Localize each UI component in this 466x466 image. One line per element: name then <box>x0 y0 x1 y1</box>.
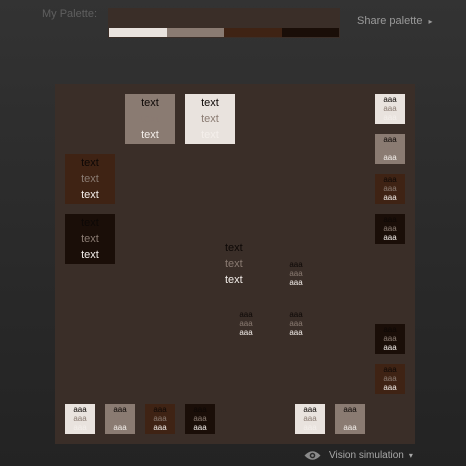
swatch-text-mid: text <box>201 113 219 125</box>
swatch-text-light: aaa <box>289 278 303 287</box>
background-small-sample: aaa aaa aaa <box>281 260 311 287</box>
swatch-text-dark: aaa <box>289 260 303 269</box>
chevron-down-icon: ▾ <box>408 451 413 460</box>
swatch-text-dark: aaa <box>383 135 397 144</box>
swatch-text-dark: aaa <box>383 215 397 224</box>
swatch-text-mid: text <box>81 173 99 185</box>
big-swatch[interactable]: text text text <box>125 94 175 144</box>
swatch-text-light: text <box>141 129 159 141</box>
small-swatch[interactable]: aaa aaa aaa <box>375 94 405 124</box>
swatch-text-mid: aaa <box>289 269 303 278</box>
swatch-text-mid: text <box>141 113 159 125</box>
swatch-text-light: text <box>225 274 243 286</box>
big-swatch[interactable]: text text text <box>65 154 115 204</box>
contrast-canvas: text text text text text text text text … <box>55 84 415 444</box>
swatch-text-dark: aaa <box>153 405 167 414</box>
swatch-text-dark: aaa <box>239 310 253 319</box>
palette-label: My Palette: <box>42 8 98 20</box>
swatch-text-mid: aaa <box>303 414 317 423</box>
swatch-text-dark: aaa <box>73 405 87 414</box>
swatch-text-mid: aaa <box>239 319 253 328</box>
swatch-text-light: aaa <box>73 423 87 432</box>
swatch-text-light: aaa <box>289 328 303 337</box>
swatch-text-mid: aaa <box>383 144 397 153</box>
small-swatch[interactable]: aaa aaa aaa <box>65 404 95 434</box>
small-swatch[interactable]: aaa aaa aaa <box>375 174 405 204</box>
swatch-text-dark: aaa <box>289 310 303 319</box>
play-arrow-icon: ▸ <box>428 17 433 26</box>
swatch-text-light: aaa <box>343 423 357 432</box>
palette-preview[interactable] <box>108 8 340 38</box>
swatch-text-dark: text <box>201 97 219 109</box>
swatch-text-dark: aaa <box>193 405 207 414</box>
palette-toolbar: My Palette: Share palette ▸ <box>0 0 466 46</box>
swatch-text-mid: aaa <box>383 374 397 383</box>
swatch-text-light: text <box>81 189 99 201</box>
swatch-text-light: aaa <box>383 343 397 352</box>
swatch-text-dark: text <box>81 217 99 229</box>
swatch-text-dark: text <box>81 157 99 169</box>
swatch-text-light: text <box>201 129 219 141</box>
background-text-sample: text text text <box>225 240 243 288</box>
swatch-text-mid: aaa <box>113 414 127 423</box>
swatch-text-mid: aaa <box>343 414 357 423</box>
swatch-text-dark: aaa <box>383 325 397 334</box>
small-swatch[interactable]: aaa aaa aaa <box>375 364 405 394</box>
swatch-text-light: aaa <box>193 423 207 432</box>
vision-simulation-label: Vision simulation <box>329 450 404 461</box>
small-swatch[interactable]: aaa aaa aaa <box>145 404 175 434</box>
swatch-text-light: aaa <box>383 193 397 202</box>
eye-icon <box>304 451 321 460</box>
palette-color[interactable] <box>281 28 339 37</box>
swatch-text-mid: text <box>225 258 243 270</box>
swatch-text-mid: aaa <box>153 414 167 423</box>
background-small-sample: aaa aaa aaa <box>281 310 311 337</box>
small-swatch[interactable]: aaa aaa aaa <box>185 404 215 434</box>
swatch-text-light: aaa <box>113 423 127 432</box>
palette-color[interactable] <box>224 28 282 37</box>
swatch-text-dark: aaa <box>383 95 397 104</box>
swatch-text-mid: aaa <box>193 414 207 423</box>
share-palette-label: Share palette <box>357 15 423 27</box>
swatch-text-dark: text <box>225 242 243 254</box>
swatch-text-dark: aaa <box>383 175 397 184</box>
swatch-text-mid: aaa <box>289 319 303 328</box>
swatch-text-light: aaa <box>239 328 253 337</box>
small-swatch[interactable]: aaa aaa aaa <box>295 404 325 434</box>
swatch-text-light: aaa <box>383 233 397 242</box>
background-small-sample: aaa aaa aaa <box>231 310 261 337</box>
big-swatch[interactable]: text text text <box>65 214 115 264</box>
swatch-text-dark: aaa <box>343 405 357 414</box>
swatch-text-mid: aaa <box>383 184 397 193</box>
swatch-text-dark: aaa <box>383 365 397 374</box>
swatch-text-light: aaa <box>383 113 397 122</box>
swatch-text-dark: aaa <box>303 405 317 414</box>
swatch-text-light: aaa <box>153 423 167 432</box>
small-swatch[interactable]: aaa aaa aaa <box>335 404 365 434</box>
bottom-toolbar: Vision simulation ▾ <box>0 446 466 466</box>
small-swatch[interactable]: aaa aaa aaa <box>375 134 405 164</box>
small-swatch[interactable]: aaa aaa aaa <box>375 214 405 244</box>
swatch-text-dark: aaa <box>113 405 127 414</box>
swatch-text-mid: aaa <box>383 104 397 113</box>
swatch-text-mid: aaa <box>383 334 397 343</box>
big-swatch[interactable]: text text text <box>185 94 235 144</box>
palette-color[interactable] <box>166 28 224 37</box>
vision-simulation-menu[interactable]: Vision simulation ▾ <box>304 450 413 461</box>
share-palette-button[interactable]: Share palette ▸ <box>357 15 432 27</box>
palette-color[interactable] <box>109 28 167 37</box>
small-swatch[interactable]: aaa aaa aaa <box>105 404 135 434</box>
small-swatch[interactable]: aaa aaa aaa <box>375 324 405 354</box>
swatch-text-light: aaa <box>383 383 397 392</box>
palette-strip <box>109 28 339 37</box>
swatch-text-dark: text <box>141 97 159 109</box>
swatch-text-mid: aaa <box>73 414 87 423</box>
swatch-text-light: text <box>81 249 99 261</box>
swatch-text-light: aaa <box>383 153 397 162</box>
swatch-text-light: aaa <box>303 423 317 432</box>
swatch-text-mid: text <box>81 233 99 245</box>
swatch-text-mid: aaa <box>383 224 397 233</box>
